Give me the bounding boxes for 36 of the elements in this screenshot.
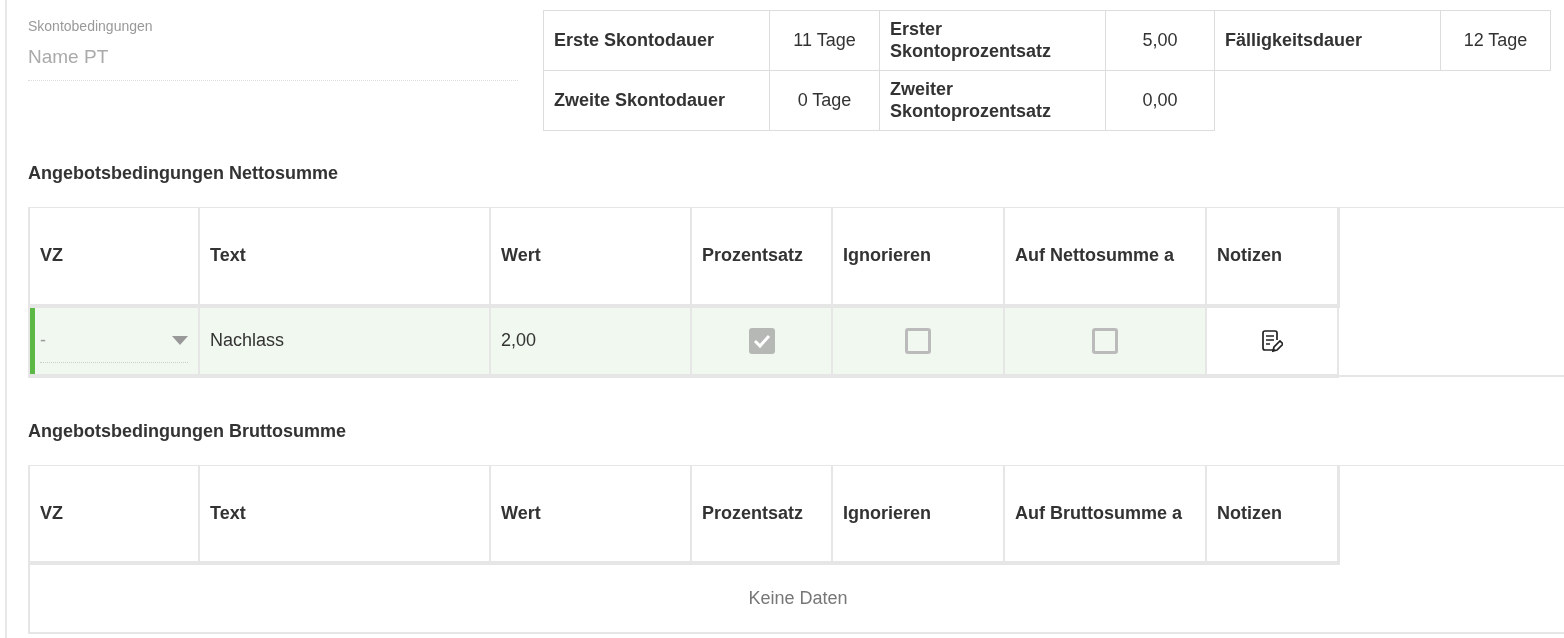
term-value: 5,00: [1105, 10, 1215, 71]
field-label: Skontobedingungen: [28, 17, 154, 36]
term-label: Erster Skontoprozentsatz: [879, 10, 1106, 71]
column-header[interactable]: Prozentsatz: [691, 207, 832, 306]
caret-icon: [172, 335, 188, 345]
column-header[interactable]: Ignorieren: [832, 465, 1004, 563]
checkbox[interactable]: [748, 327, 775, 354]
column-header[interactable]: VZ: [29, 465, 199, 563]
column-header[interactable]: Notizen: [1206, 207, 1338, 306]
table-cell: 2,00: [490, 305, 691, 376]
term-label: Erste Skontodauer: [543, 10, 770, 71]
column-header[interactable]: Notizen: [1206, 465, 1338, 563]
term-value: 11 Tage: [769, 10, 880, 71]
term-label: Zweite Skontodauer: [543, 70, 770, 131]
column-header[interactable]: Ignorieren: [832, 207, 1004, 306]
column-header[interactable]: Prozentsatz: [691, 465, 832, 563]
column-header[interactable]: Auf Nettosumme a: [1004, 207, 1206, 306]
term-value: 12 Tage: [1440, 10, 1551, 71]
checkbox[interactable]: [905, 327, 931, 354]
table-row[interactable]: - Nachlass 2,00: [29, 305, 1564, 376]
table-cell: Nachlass: [199, 305, 490, 376]
term-label: Fälligkeitsdauer: [1214, 10, 1441, 71]
column-header[interactable]: Wert: [490, 465, 691, 563]
term-label: Zweiter Skontoprozentsatz: [879, 70, 1106, 131]
column-header[interactable]: Text: [199, 207, 490, 306]
empty-message: Keine Daten: [748, 588, 848, 608]
column-header[interactable]: Text: [199, 465, 490, 563]
section-title: Angebotsbedingungen Bruttosumme: [28, 419, 347, 443]
column-header[interactable]: VZ: [29, 207, 199, 306]
column-header[interactable]: Wert: [490, 207, 691, 306]
column-header[interactable]: Auf Bruttosumme a: [1004, 465, 1206, 563]
term-value: 0,00: [1105, 70, 1215, 131]
checkbox[interactable]: [1092, 327, 1118, 354]
note-edit-icon[interactable]: [1261, 329, 1283, 354]
term-value: 0 Tage: [769, 70, 880, 131]
section-title: Angebotsbedingungen Nettosumme: [28, 162, 339, 185]
